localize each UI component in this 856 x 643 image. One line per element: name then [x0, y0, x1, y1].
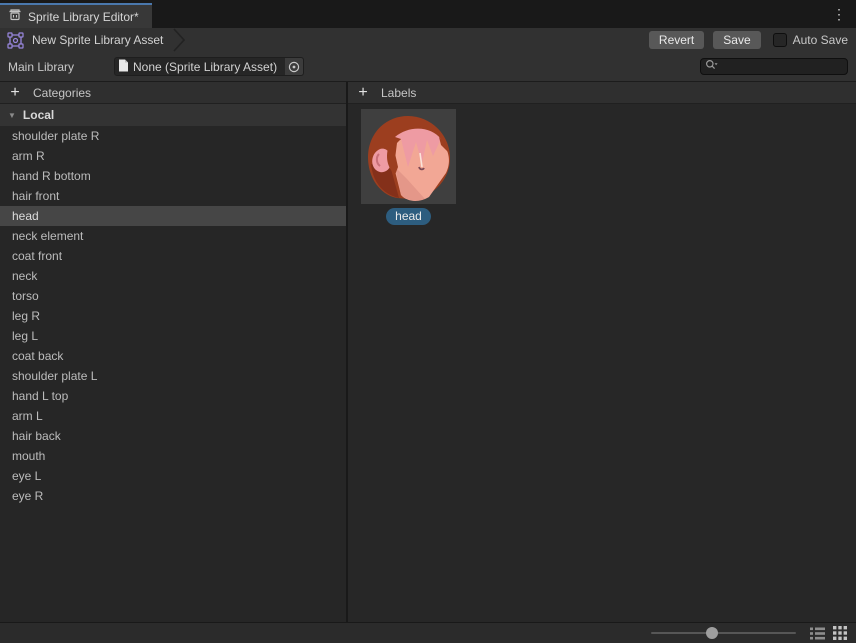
category-item[interactable]: leg R	[0, 306, 346, 326]
category-item[interactable]: head	[0, 206, 346, 226]
grid-view-icon[interactable]	[832, 625, 848, 641]
window-menu-icon[interactable]: ⋮	[830, 5, 848, 23]
search-field[interactable]	[700, 58, 848, 75]
save-button[interactable]: Save	[713, 31, 760, 49]
slider-track	[651, 632, 796, 634]
object-picker-icon[interactable]	[285, 58, 303, 75]
breadcrumb[interactable]: New Sprite Library Asset	[32, 28, 185, 52]
main-library-label: Main Library	[8, 60, 114, 74]
category-item[interactable]: coat front	[0, 246, 346, 266]
category-list: shoulder plate Rarm Rhand R bottomhair f…	[0, 126, 346, 622]
label-pill: head	[386, 208, 431, 225]
category-item[interactable]: torso	[0, 286, 346, 306]
category-item[interactable]: leg L	[0, 326, 346, 346]
category-item[interactable]: mouth	[0, 446, 346, 466]
main-library-row: Main Library None (Sprite Library Asset)	[0, 52, 856, 82]
category-group-label: Local	[23, 108, 54, 122]
revert-button[interactable]: Revert	[649, 31, 704, 49]
breadcrumb-chevron-icon	[173, 28, 185, 52]
category-item[interactable]: shoulder plate L	[0, 366, 346, 386]
labels-header-label: Labels	[381, 86, 416, 100]
asset-file-icon	[118, 59, 129, 75]
category-item[interactable]: hair front	[0, 186, 346, 206]
object-field-value: None (Sprite Library Asset)	[133, 60, 277, 74]
labels-panel: + Labels	[348, 82, 856, 622]
search-input[interactable]	[721, 60, 843, 74]
categories-header-label: Categories	[33, 86, 91, 100]
category-item[interactable]: hair back	[0, 426, 346, 446]
tab-sprite-library-editor[interactable]: Sprite Library Editor*	[0, 3, 152, 28]
add-category-button[interactable]: +	[6, 84, 24, 102]
category-group-local[interactable]: ▼ Local	[0, 104, 346, 126]
sprite-thumbnail-head[interactable]	[361, 109, 456, 204]
labels-header: + Labels	[348, 82, 856, 104]
foldout-open-icon[interactable]: ▼	[8, 111, 16, 120]
labels-grid: head	[348, 104, 856, 230]
editor-panels: + Categories ▼ Local shoulder plate Rarm…	[0, 82, 856, 622]
tab-title: Sprite Library Editor*	[28, 10, 139, 24]
auto-save-label: Auto Save	[793, 33, 848, 47]
category-item[interactable]: shoulder plate R	[0, 126, 346, 146]
sprite-library-asset-icon	[6, 31, 24, 49]
add-label-button[interactable]: +	[354, 84, 372, 102]
breadcrumb-label: New Sprite Library Asset	[32, 33, 163, 47]
list-view-icon[interactable]	[809, 625, 825, 641]
category-item[interactable]: neck element	[0, 226, 346, 246]
main-library-object-field[interactable]: None (Sprite Library Asset)	[114, 57, 304, 76]
toolbar: New Sprite Library Asset Revert Save Aut…	[0, 28, 856, 52]
categories-panel: + Categories ▼ Local shoulder plate Rarm…	[0, 82, 348, 622]
sprite-library-editor-window: Sprite Library Editor* ⋮ New Sprite Libr…	[0, 0, 856, 643]
footer-bar	[0, 622, 856, 643]
category-item[interactable]: coat back	[0, 346, 346, 366]
category-item[interactable]: arm L	[0, 406, 346, 426]
category-item[interactable]: eye L	[0, 466, 346, 486]
auto-save-checkbox[interactable]	[773, 33, 787, 47]
category-item[interactable]: neck	[0, 266, 346, 286]
categories-header: + Categories	[0, 82, 346, 104]
search-icon	[705, 59, 718, 74]
category-item[interactable]: eye R	[0, 486, 346, 506]
slider-thumb[interactable]	[706, 627, 718, 639]
sprite-library-window-icon	[8, 8, 22, 25]
window-titlebar: Sprite Library Editor* ⋮	[0, 0, 856, 28]
category-item[interactable]: arm R	[0, 146, 346, 166]
category-item[interactable]: hand R bottom	[0, 166, 346, 186]
category-item[interactable]: hand L top	[0, 386, 346, 406]
label-item-head[interactable]: head	[361, 109, 456, 225]
thumbnail-size-slider[interactable]	[651, 626, 796, 640]
